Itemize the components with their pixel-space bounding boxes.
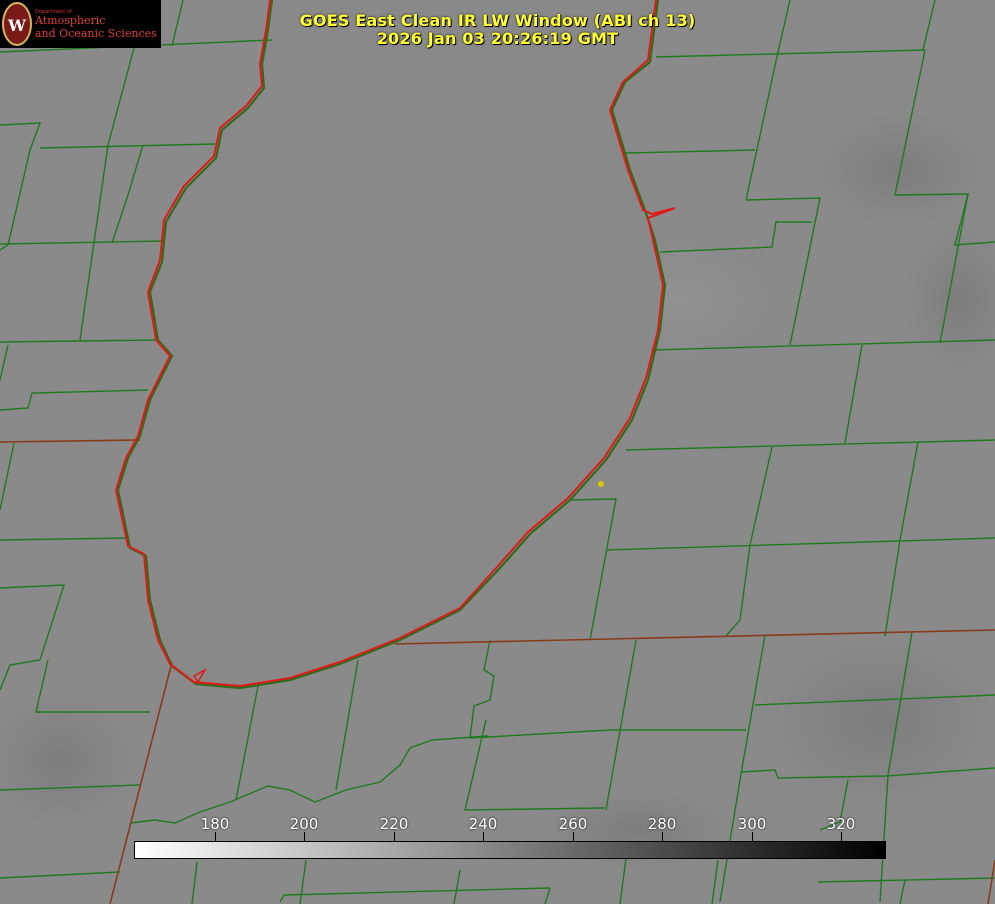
colorbar-tick (483, 832, 484, 841)
logo-line1: Atmospheric (35, 14, 106, 27)
colorbar-tick (573, 832, 574, 841)
colorbar-tick-label: 300 (737, 815, 767, 833)
colorbar-tick-label: 200 (289, 815, 319, 833)
colorbar-tick-label: 260 (558, 815, 588, 833)
colorbar-tick-label: 240 (468, 815, 498, 833)
cold-patch (760, 630, 995, 810)
university-seal-icon: W (2, 2, 32, 46)
colorbar-tick (662, 832, 663, 841)
logo-line2: and Oceanic Sciences (35, 27, 157, 40)
colorbar-tick (304, 832, 305, 841)
colorbar-tick-label: 220 (379, 815, 409, 833)
colorbar-tick (215, 832, 216, 841)
satellite-map (0, 0, 995, 904)
location-marker (598, 481, 604, 487)
colorbar-tick (752, 832, 753, 841)
colorbar-tick (394, 832, 395, 841)
colorbar-tick (841, 832, 842, 841)
temperature-colorbar (134, 841, 886, 859)
colorbar-tick-label: 180 (200, 815, 230, 833)
aos-logo: W Department of Atmospheric and Oceanic … (0, 0, 161, 48)
colorbar-tick-label: 320 (826, 815, 856, 833)
colorbar-tick-label: 280 (647, 815, 677, 833)
